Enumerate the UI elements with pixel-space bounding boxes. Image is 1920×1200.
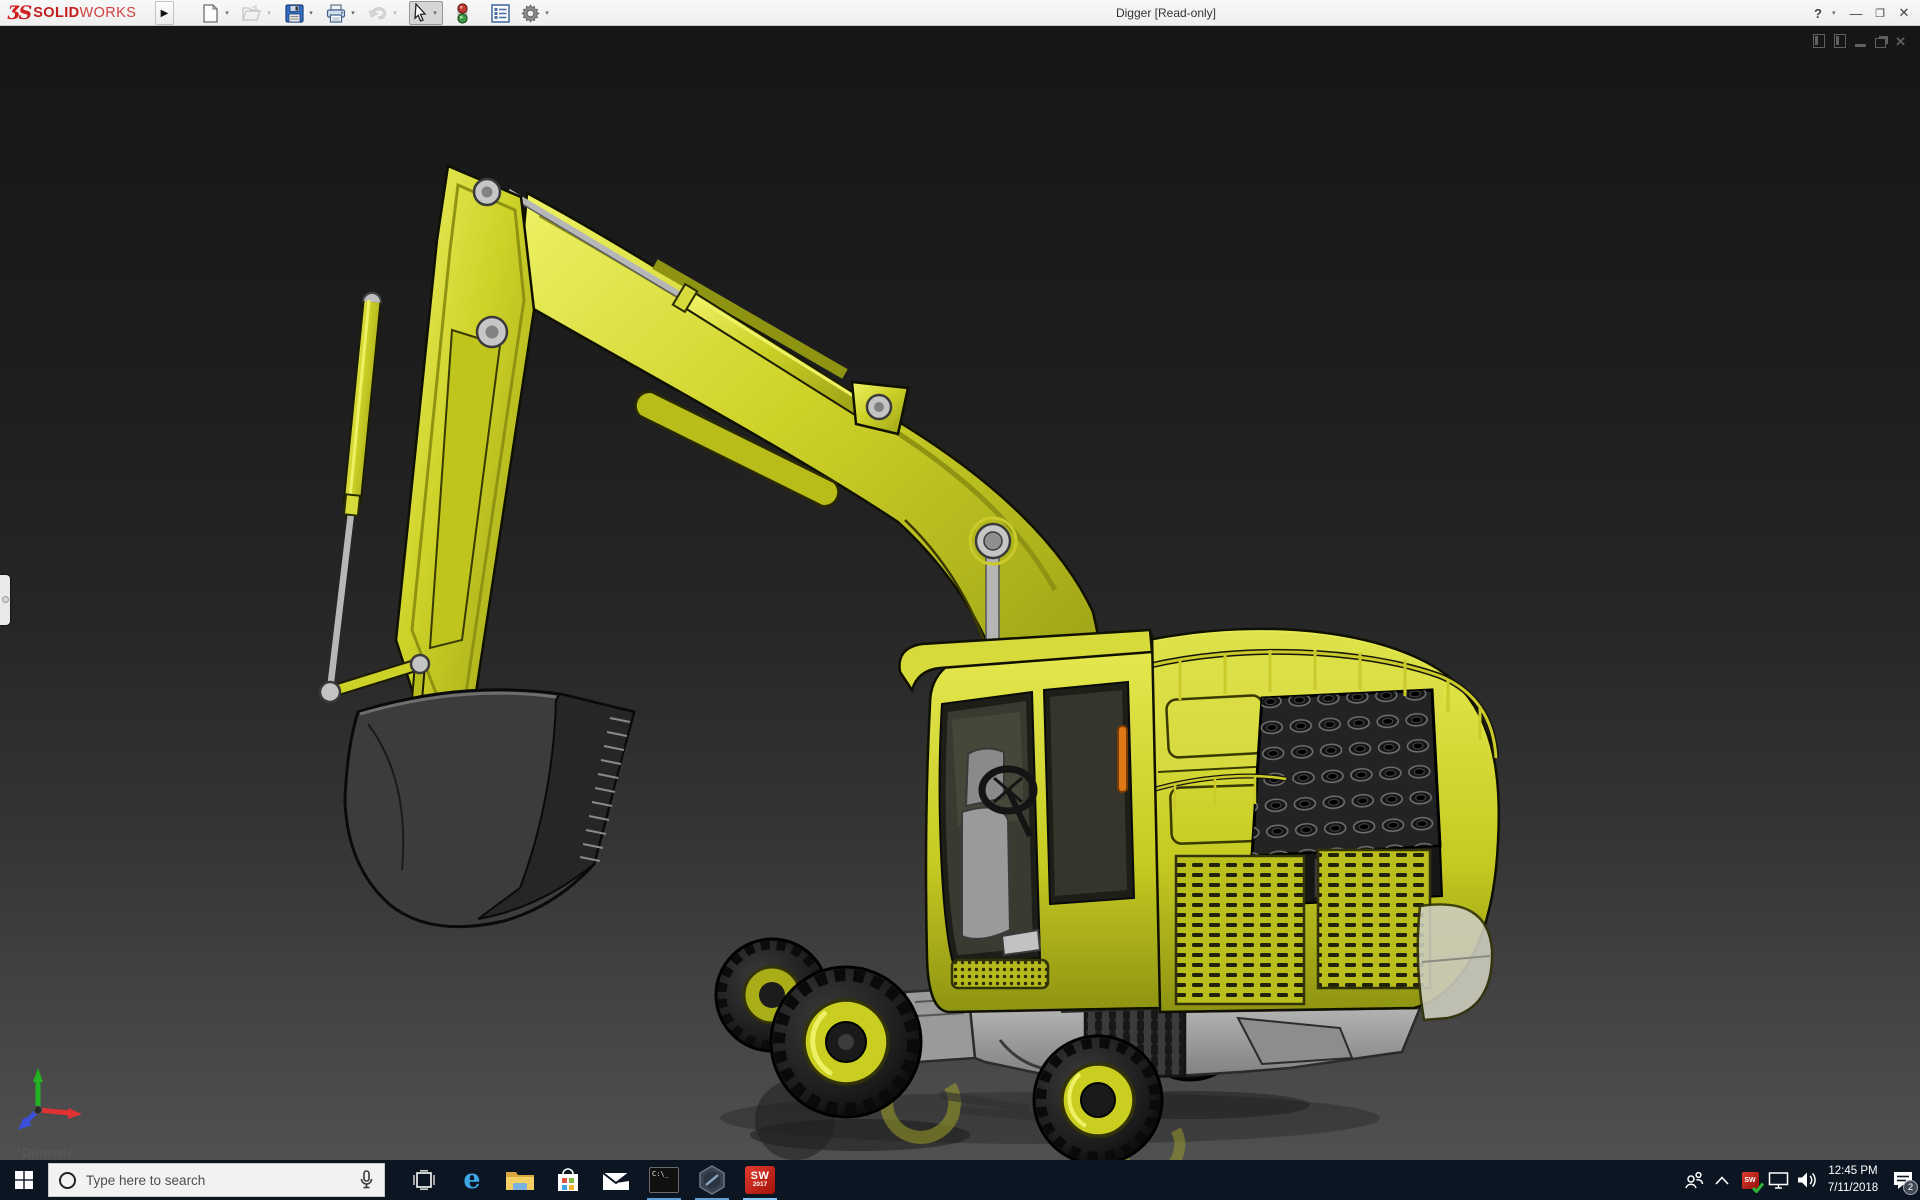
panel-flyout-tab[interactable] xyxy=(0,575,10,625)
standard-toolbar: ▾ ▾ ▾ ▾ ▾ ▾ ▾ xyxy=(199,0,553,26)
orange-handle xyxy=(1117,725,1128,793)
side-vent-left xyxy=(1174,854,1306,1006)
display-list-icon xyxy=(490,3,510,23)
bucket-cylinder[interactable] xyxy=(326,292,382,691)
new-document-button[interactable] xyxy=(199,2,221,24)
side-vent-right xyxy=(1316,848,1432,990)
command-prompt-icon: C:\_ xyxy=(649,1167,679,1193)
dipper-arm[interactable] xyxy=(394,164,536,742)
edge-icon: e xyxy=(463,1163,481,1195)
tray-network-button[interactable] xyxy=(1764,1160,1792,1200)
upperworks-body[interactable] xyxy=(1146,627,1501,1022)
gear-icon xyxy=(520,3,540,23)
boom[interactable] xyxy=(516,190,1104,707)
front-right-wheel[interactable] xyxy=(1032,1034,1164,1160)
help-dropdown[interactable]: ▾ xyxy=(1832,9,1842,17)
excavator-model[interactable] xyxy=(0,26,1920,1160)
clock-date: 7/11/2018 xyxy=(1827,1182,1879,1194)
view-orientation-label: *Dimetric xyxy=(17,1146,75,1160)
notification-badge: 2 xyxy=(1903,1180,1918,1195)
solidworks-tray-icon: SW xyxy=(1741,1171,1764,1193)
print-icon xyxy=(326,3,346,23)
restore-button[interactable]: ❐ xyxy=(1870,7,1890,20)
store-icon xyxy=(558,1168,578,1191)
tray-show-hidden-button[interactable] xyxy=(1708,1160,1736,1200)
doc-restore-icon[interactable] xyxy=(1875,37,1887,48)
hexagon-app-icon xyxy=(699,1165,725,1195)
taskbar-search[interactable] xyxy=(48,1163,385,1197)
microphone-icon[interactable] xyxy=(359,1170,374,1190)
network-icon xyxy=(1768,1172,1788,1189)
new-document-icon xyxy=(202,3,218,23)
traffic-light-icon xyxy=(456,2,468,24)
open-button[interactable] xyxy=(241,2,263,24)
clock-time: 12:45 PM xyxy=(1828,1165,1878,1178)
taskbar-mail[interactable] xyxy=(592,1160,640,1200)
open-dropdown[interactable]: ▾ xyxy=(263,2,275,24)
save-floppy-icon xyxy=(284,3,304,23)
front-left-wheel[interactable] xyxy=(769,965,923,1119)
undo-arrow-icon xyxy=(368,7,387,20)
step-grille xyxy=(950,958,1050,990)
open-folder-icon xyxy=(242,4,261,21)
tray-volume-button[interactable] xyxy=(1792,1160,1820,1200)
people-icon xyxy=(1685,1171,1704,1189)
taskbar-hexagon-app[interactable] xyxy=(688,1160,736,1200)
minimize-button[interactable]: — xyxy=(1846,6,1866,21)
doc-close-icon[interactable]: ✕ xyxy=(1895,35,1906,48)
speaker-icon xyxy=(1797,1172,1816,1188)
options-dropdown[interactable]: ▾ xyxy=(541,2,553,24)
solidworks-logo-glyph: ƷS xyxy=(8,2,32,24)
search-input[interactable] xyxy=(86,1172,349,1188)
select-cursor-icon xyxy=(414,3,427,22)
undo-dropdown[interactable]: ▾ xyxy=(389,2,401,24)
solidworks-logo: ƷS SOLID WORKS xyxy=(8,2,137,24)
orientation-triad xyxy=(18,1068,82,1130)
solidworks-2017-icon: SW 2017 xyxy=(745,1166,775,1194)
menu-flyout-button[interactable]: ▶ xyxy=(155,1,174,25)
windows-logo-icon xyxy=(15,1171,33,1189)
rebuild-button[interactable] xyxy=(451,2,473,24)
close-button[interactable]: ✕ xyxy=(1894,5,1914,21)
app-title-bar: ƷS SOLID WORKS ▶ ▾ ▾ ▾ ▾ ▾ ▾ ▾ Digger [R… xyxy=(0,0,1920,26)
display-settings-button[interactable] xyxy=(489,2,511,24)
doc-minimize-icon[interactable] xyxy=(1855,43,1867,47)
check-icon xyxy=(1751,1182,1764,1193)
print-dropdown[interactable]: ▾ xyxy=(347,2,359,24)
options-button[interactable] xyxy=(519,2,541,24)
taskbar-solidworks[interactable]: SW 2017 xyxy=(736,1160,784,1200)
tray-clock[interactable]: 12:45 PM 7/11/2018 xyxy=(1820,1163,1886,1196)
document-title: Digger [Read-only] xyxy=(1115,6,1217,20)
doc-pane-icon-left[interactable] xyxy=(1813,34,1826,48)
file-explorer-icon xyxy=(506,1172,534,1190)
tray-people-button[interactable] xyxy=(1680,1160,1708,1200)
doc-pane-icon-right[interactable] xyxy=(1834,34,1847,48)
new-document-dropdown[interactable]: ▾ xyxy=(221,2,233,24)
save-button[interactable] xyxy=(283,2,305,24)
undo-button[interactable] xyxy=(367,2,389,24)
cortana-icon xyxy=(59,1171,76,1189)
select-tool-dropdown[interactable]: ▾ xyxy=(429,2,441,24)
save-dropdown[interactable]: ▾ xyxy=(305,2,317,24)
taskbar-edge[interactable]: e xyxy=(448,1160,496,1200)
task-view-icon xyxy=(413,1170,435,1190)
tray-solidworks-status[interactable]: SW xyxy=(1736,1160,1764,1200)
print-button[interactable] xyxy=(325,2,347,24)
chevron-up-icon xyxy=(1715,1175,1729,1185)
taskbar-task-view[interactable] xyxy=(400,1160,448,1200)
mail-icon xyxy=(602,1172,630,1190)
taskbar-command-prompt[interactable]: C:\_ xyxy=(640,1160,688,1200)
select-tool-button[interactable]: ▾ xyxy=(409,1,443,25)
taskbar-file-explorer[interactable] xyxy=(496,1160,544,1200)
bucket[interactable] xyxy=(343,688,636,929)
help-button[interactable]: ? xyxy=(1808,6,1828,21)
action-center-button[interactable]: 2 xyxy=(1886,1160,1920,1200)
windows-taskbar: e xyxy=(0,1160,1920,1200)
taskbar-store[interactable] xyxy=(544,1160,592,1200)
cab[interactable] xyxy=(898,628,1162,1014)
start-button[interactable] xyxy=(0,1160,48,1200)
document-window-controls: ✕ xyxy=(1813,34,1906,48)
graphics-viewport[interactable]: ✕ *Dimetric xyxy=(0,26,1920,1160)
